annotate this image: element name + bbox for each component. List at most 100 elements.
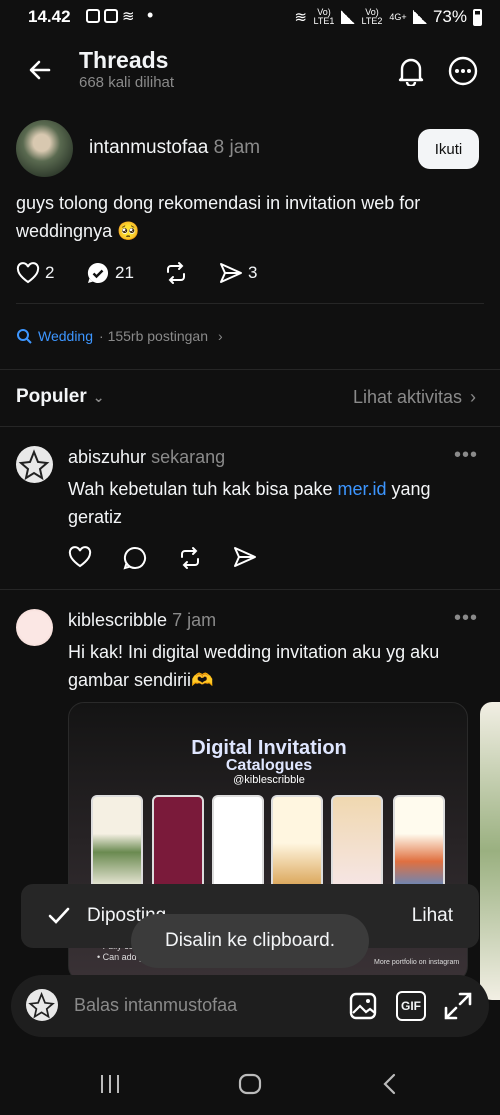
dot-icon: •: [147, 5, 154, 25]
post-time: 8 jam: [213, 137, 261, 158]
topic-name: Wedding: [38, 328, 94, 344]
sort-label: Populer: [16, 386, 87, 407]
gallery-icon: [86, 9, 100, 23]
whatsapp-icon: [104, 9, 118, 23]
sort-dropdown[interactable]: Populer ⌄: [16, 386, 104, 408]
card-handle: @kiblescribble: [233, 774, 305, 786]
view-activity-link[interactable]: Lihat aktivitas ›: [353, 387, 476, 408]
avatar[interactable]: [16, 446, 53, 483]
arrow-left-icon: [29, 60, 51, 80]
app-header: Threads 668 kali dilihat: [0, 40, 500, 100]
share-count: 3: [248, 263, 258, 282]
send-icon: [220, 263, 242, 283]
wifi-icon: ≋: [294, 9, 307, 26]
topic-link[interactable]: Wedding · 155rb postingan ›: [16, 328, 223, 344]
reply-link[interactable]: mer.id: [338, 479, 387, 499]
search-icon: [17, 329, 32, 344]
network1-label: Vo) LTE1: [313, 7, 335, 26]
heart-icon[interactable]: [68, 546, 92, 568]
avatar[interactable]: [16, 120, 73, 177]
reply-composer[interactable]: Balas intanmustofaa GIF: [11, 975, 489, 1037]
star-logo-icon: [28, 991, 55, 1019]
invitation-thumbnail: [212, 795, 264, 891]
post-header: intanmustofaa 8 jam: [89, 137, 260, 159]
page-title: Threads: [79, 47, 169, 73]
clipboard-toast: Disalin ke clipboard.: [131, 914, 369, 968]
reply-input[interactable]: Balas intanmustofaa: [74, 995, 237, 1016]
reply-text-part: Wah kebetulan tuh kak bisa pake: [68, 479, 338, 499]
reply-button[interactable]: 21: [86, 260, 134, 286]
post-text: guys tolong dong rekomendasi in invitati…: [16, 193, 421, 241]
reply-text: Hi kak! Ini digital wedding invitation a…: [68, 642, 440, 690]
check-icon: [48, 907, 70, 924]
section-divider: [0, 426, 500, 427]
avatar: [26, 989, 58, 1021]
reply-text: Wah kebetulan tuh kak bisa pake mer.id y…: [68, 475, 468, 531]
image-icon[interactable]: [348, 991, 378, 1021]
like-count: 2: [45, 263, 55, 282]
reply-username[interactable]: abiszuhur: [68, 447, 146, 467]
signal-icon: [340, 10, 355, 24]
repost-icon: [167, 262, 185, 284]
repost-button[interactable]: [164, 260, 188, 286]
view-count: 668 kali dilihat: [79, 74, 175, 91]
invitation-thumbnail: [331, 795, 383, 891]
next-image-peek[interactable]: [480, 702, 500, 1000]
view-activity-label: Lihat aktivitas: [352, 387, 462, 407]
reply-count: 21: [115, 263, 134, 282]
chevron-right-icon: ›: [217, 328, 223, 344]
more-options-icon[interactable]: •••: [454, 444, 478, 467]
notification-button[interactable]: [394, 54, 428, 88]
expand-icon[interactable]: [443, 991, 473, 1021]
reply-actions: [68, 546, 268, 572]
status-time: 14.42: [28, 7, 71, 26]
more-options-icon[interactable]: •••: [454, 607, 478, 630]
invitation-thumbnail: [271, 795, 323, 891]
share-button[interactable]: 3: [219, 260, 257, 286]
follow-button[interactable]: Ikuti: [418, 129, 479, 169]
section-divider: [0, 369, 500, 370]
reply-username[interactable]: kiblescribble: [68, 610, 167, 630]
battery-icon: [473, 8, 482, 26]
repost-icon[interactable]: [178, 546, 202, 570]
bell-icon: [398, 58, 424, 86]
gif-button[interactable]: GIF: [396, 991, 426, 1021]
system-nav-bar: [0, 1050, 500, 1115]
status-bar: 14.42 ≋ • ≋ Vo) LTE1 Vo) LTE2 4G+ 73%: [0, 0, 500, 34]
post-username[interactable]: intanmustofaa: [89, 137, 208, 158]
view-posted-button[interactable]: Lihat: [412, 905, 453, 927]
reply-check-icon: [87, 262, 109, 283]
invitation-thumbnail: [91, 795, 143, 891]
reply-header: abiszuhur sekarang: [68, 447, 225, 468]
chevron-right-icon: ›: [470, 387, 476, 407]
avatar[interactable]: [16, 609, 53, 646]
more-circle-icon: [448, 56, 478, 86]
invitation-thumbnail: [393, 795, 445, 891]
topic-count: · 155rb postingan: [99, 328, 208, 344]
reply-time: sekarang: [151, 447, 226, 467]
battery-percent: 73%: [432, 7, 467, 26]
more-options-button[interactable]: [446, 54, 480, 88]
like-button[interactable]: 2: [16, 260, 54, 286]
send-icon[interactable]: [233, 546, 257, 568]
chevron-down-icon: ⌄: [92, 388, 105, 405]
wifi-call-icon: ≋: [122, 8, 135, 25]
back-nav-icon[interactable]: [380, 1072, 400, 1096]
section-divider: [0, 589, 500, 590]
home-icon[interactable]: [238, 1073, 262, 1095]
recent-apps-icon[interactable]: [99, 1074, 121, 1094]
network2-label: Vo) LTE2: [361, 7, 383, 26]
post-actions: 2 21 3: [16, 260, 316, 286]
heart-icon: [16, 262, 40, 284]
invitation-thumbnail: [152, 795, 204, 891]
network-type-label: 4G+: [389, 11, 407, 22]
card-footer: More portfolio on instagram: [374, 959, 460, 966]
divider: [16, 303, 484, 304]
signal-icon-2: [412, 10, 427, 24]
reply-time: 7 jam: [172, 610, 217, 630]
back-button[interactable]: [24, 54, 56, 86]
comment-icon[interactable]: [123, 546, 147, 570]
reply-header: kiblescribble 7 jam: [68, 610, 216, 631]
status-right: ≋ Vo) LTE1 Vo) LTE2 4G+ 73%: [294, 7, 482, 27]
card-title-2: Catalogues: [225, 757, 313, 774]
